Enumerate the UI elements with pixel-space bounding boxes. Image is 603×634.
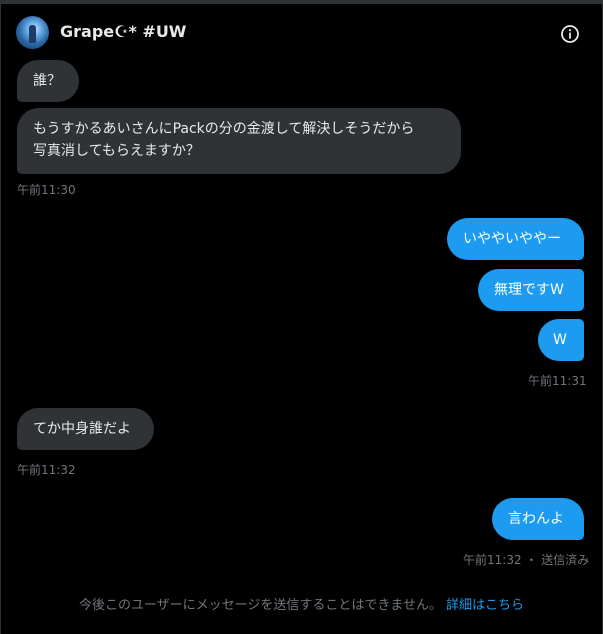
message-text: 誰？ (33, 73, 61, 89)
info-icon[interactable] (559, 23, 581, 45)
message-timestamp: 午前11:32 (17, 463, 76, 477)
cannot-message-notice: 今後このユーザーにメッセージを送信することはできません。 詳細はこちら (1, 596, 602, 616)
message-text: てか中身誰だよ (33, 421, 131, 437)
message-text: 言わんよ (508, 511, 564, 527)
message-timestamp-sent: 午前11:32 ・ 送信済み (463, 553, 590, 567)
message-bubble-outgoing[interactable]: W (538, 319, 584, 361)
message-bubble-incoming[interactable]: てか中身誰だよ (17, 408, 154, 450)
message-timestamp: 午前11:31 (528, 374, 587, 388)
message-text: いややいややー (463, 231, 561, 247)
notice-text: 今後このユーザーにメッセージを送信することはできません。 (78, 598, 443, 613)
message-text: W (553, 332, 567, 348)
message-bubble-incoming[interactable]: 誰？ (17, 60, 79, 102)
user-avatar[interactable] (16, 16, 49, 49)
message-text-line: もうすかるあいさんにPackの分の金渡して解決しそうだから (33, 121, 415, 137)
message-bubble-outgoing[interactable]: 無理ですW (478, 269, 584, 311)
message-bubble-outgoing[interactable]: いややいややー (447, 218, 584, 260)
dm-conversation-window: Grape☪* #UW 誰？ もうすかるあいさんにPackの分の金渡して解決しそ… (0, 0, 603, 634)
message-text-line: 写真消してもらえますか？ (33, 143, 200, 159)
message-bubble-outgoing[interactable]: 言わんよ (492, 498, 584, 540)
learn-more-link[interactable]: 詳細はこちら (446, 598, 524, 613)
message-timestamp: 午前11:30 (17, 183, 76, 197)
avatar-figure (29, 25, 36, 43)
message-bubble-incoming[interactable]: もうすかるあいさんにPackの分の金渡して解決しそうだから 写真消してもらえます… (17, 108, 461, 174)
conversation-title[interactable]: Grape☪* #UW (60, 22, 186, 42)
conversation-header: Grape☪* #UW (1, 4, 602, 60)
message-text: 無理ですW (494, 282, 564, 298)
